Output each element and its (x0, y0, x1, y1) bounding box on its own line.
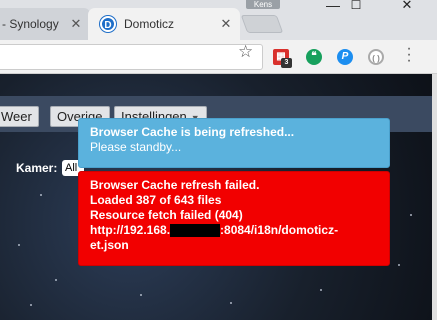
tab-title: Domoticz (124, 17, 175, 31)
background-star (30, 304, 32, 306)
new-tab-button[interactable] (240, 15, 284, 33)
redacted-block (170, 224, 221, 238)
p-extension-icon[interactable]: P (337, 49, 353, 65)
cache-refresh-notification: Browser Cache is being refreshed... Plea… (78, 118, 390, 168)
error-line: Resource fetch failed (404) (90, 208, 243, 222)
window-close-icon[interactable]: ✕ (392, 0, 422, 12)
page-content: Weer Overige Instellingen▼ Kamer: All Br… (0, 74, 432, 320)
notification-line: Please standby... (90, 140, 182, 154)
error-url-prefix: http://192.168. (90, 223, 171, 237)
circle-extension-icon[interactable]: ( ) (368, 49, 384, 65)
browser-toolbar: ☆ ▦ 3 ❝ P ( ) · · · (0, 40, 437, 74)
star-icon[interactable]: ☆ (238, 42, 253, 62)
hangouts-icon[interactable]: ❝ (306, 49, 322, 65)
profile-label[interactable]: Kens (246, 0, 280, 9)
error-url-suffix: :8084/i18n/domoticz- (220, 223, 339, 237)
cache-error-notification: Browser Cache refresh failed. Loaded 387… (78, 171, 390, 266)
tab-synology[interactable]: - Synology ✕ (0, 8, 90, 40)
close-icon[interactable]: ✕ (68, 16, 84, 32)
extension-badge: 3 (281, 58, 292, 68)
background-star (18, 244, 20, 246)
address-bar[interactable] (0, 44, 263, 70)
tab-title: - Synology (2, 17, 59, 31)
error-line: Browser Cache refresh failed. (90, 178, 260, 192)
maximize-icon[interactable]: ☐ (341, 0, 371, 12)
domoticz-favicon-icon: D (100, 16, 116, 32)
tab-strip: - Synology ✕ D Domoticz ✕ Kens — ☐ ✕ (0, 0, 437, 40)
background-star (55, 279, 57, 281)
background-star (410, 214, 412, 216)
error-line: Loaded 387 of 643 files (90, 193, 222, 207)
background-star (140, 294, 142, 296)
menu-dots-icon[interactable]: · · · (404, 41, 414, 69)
notification-line: Browser Cache is being refreshed... (90, 125, 295, 139)
error-line: et.json (90, 238, 129, 252)
error-url-line: http://192.168. :8084/i18n/domoticz- (90, 223, 378, 238)
background-star (398, 264, 400, 266)
kamer-label: Kamer: (16, 161, 58, 175)
close-icon[interactable]: ✕ (218, 16, 234, 32)
tab-domoticz[interactable]: D Domoticz ✕ (88, 8, 240, 40)
background-star (230, 302, 232, 304)
scrollbar[interactable] (432, 74, 437, 320)
nav-weer-button[interactable]: Weer (0, 106, 39, 127)
calendar-extension-icon[interactable]: ▦ 3 (273, 49, 292, 68)
background-star (40, 194, 42, 196)
background-star (320, 289, 322, 291)
